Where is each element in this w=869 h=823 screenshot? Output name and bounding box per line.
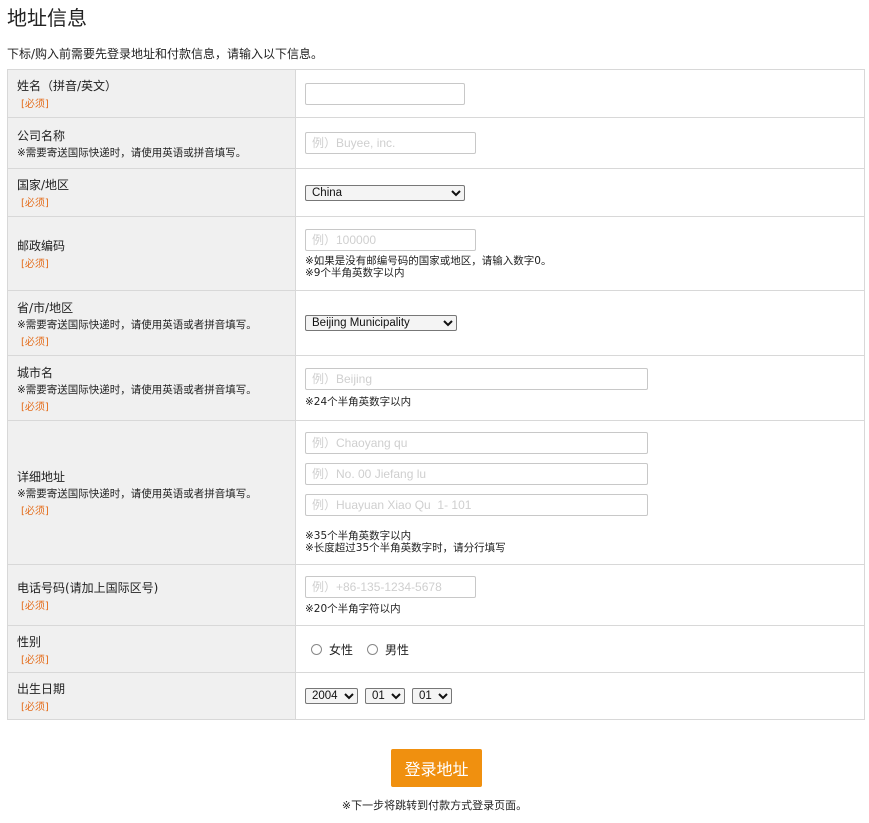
address-line1-input[interactable] <box>305 431 648 454</box>
value-cell-name <box>295 69 865 118</box>
required-tag: [必须] <box>21 600 49 612</box>
postal-label: 邮政编码 <box>17 239 66 253</box>
gender-male-label[interactable]: 男性 <box>385 641 409 658</box>
address-line2-input[interactable] <box>305 462 648 485</box>
required-tag: [必须] <box>21 654 49 666</box>
gender-female-label[interactable]: 女性 <box>329 641 353 658</box>
row-address: 详细地址 ※需要寄送国际快递时，请使用英语或者拼音填写。 [必须] ※35个半角… <box>7 420 865 565</box>
city-input[interactable] <box>305 368 648 390</box>
row-phone: 电话号码(请加上国际区号) [必须] ※20个半角字符以内 <box>7 564 865 626</box>
label-cell-phone: 电话号码(请加上国际区号) [必须] <box>7 564 296 626</box>
value-cell-postal: ※如果是没有邮编号码的国家或地区，请输入数字0。 ※9个半角英数字以内 <box>295 216 865 291</box>
address-line3-input[interactable] <box>305 493 648 516</box>
province-select[interactable]: Beijing Municipality <box>305 315 457 331</box>
birthday-label: 出生日期 <box>17 681 66 696</box>
postal-hint-length: ※9个半角英数字以内 <box>305 266 405 279</box>
row-name: 姓名（拼音/英文） [必须] <box>7 69 865 118</box>
city-hint: ※24个半角英数字以内 <box>305 396 412 408</box>
label-cell-name: 姓名（拼音/英文） [必须] <box>7 69 296 118</box>
required-tag: [必须] <box>21 701 49 713</box>
label-cell-postal: 邮政编码 [必须] <box>7 216 296 291</box>
row-birthday: 出生日期 [必须] 2004 01 01 <box>7 672 865 720</box>
label-cell-gender: 性别 [必须] <box>7 625 296 673</box>
value-cell-province: Beijing Municipality <box>295 290 865 356</box>
address-form-table: 姓名（拼音/英文） [必须] 公司名称 ※需要寄送国际快递时，请使用英语或拼音填… <box>7 69 865 720</box>
required-tag: [必须] <box>21 506 49 517</box>
birth-year-select[interactable]: 2004 <box>305 688 358 704</box>
label-cell-city: 城市名 ※需要寄送国际快递时，请使用英语或者拼音填写。 [必须] <box>7 355 296 421</box>
register-address-button[interactable]: 登录地址 <box>391 749 482 787</box>
gender-female-radio[interactable] <box>311 643 322 655</box>
phone-hint: ※20个半角字符以内 <box>305 602 401 615</box>
birth-month-select[interactable]: 01 <box>365 688 405 704</box>
address-label: 详细地址 <box>17 470 66 484</box>
row-province: 省/市/地区 ※需要寄送国际快递时，请使用英语或者拼音填写。 [必须] Beij… <box>7 290 865 356</box>
intro-text: 下标/购入前需要先登录地址和付款信息，请输入以下信息。 <box>7 47 324 61</box>
required-tag: [必须] <box>21 99 49 110</box>
required-tag: [必须] <box>21 198 49 209</box>
value-cell-address: ※35个半角英数字以内 ※长度超过35个半角英数字时，请分行填写 <box>295 420 865 565</box>
name-input[interactable] <box>305 82 465 105</box>
label-cell-province: 省/市/地区 ※需要寄送国际快递时，请使用英语或者拼音填写。 [必须] <box>7 290 296 356</box>
address-note: ※需要寄送国际快递时，请使用英语或者拼音填写。 <box>17 488 257 500</box>
birth-day-select[interactable]: 01 <box>412 688 452 704</box>
phone-input[interactable] <box>305 575 476 598</box>
row-gender: 性别 [必须] 女性 男性 <box>7 625 865 673</box>
company-label: 公司名称 <box>17 128 66 143</box>
city-label: 城市名 <box>17 365 54 380</box>
value-cell-gender: 女性 男性 <box>295 625 865 673</box>
gender-label: 性别 <box>17 634 42 649</box>
label-cell-country: 国家/地区 [必须] <box>7 168 296 217</box>
province-label: 省/市/地区 <box>17 300 74 315</box>
address-hint-length: ※35个半角英数字以内 <box>305 529 412 542</box>
label-cell-company: 公司名称 ※需要寄送国际快递时，请使用英语或拼音填写。 <box>7 117 296 169</box>
country-label: 国家/地区 <box>17 178 70 192</box>
name-label: 姓名（拼音/英文） <box>17 79 118 93</box>
required-tag: [必须] <box>21 336 49 348</box>
gender-male-radio[interactable] <box>367 643 379 655</box>
row-country: 国家/地区 [必须] China <box>7 168 865 217</box>
value-cell-birthday: 2004 01 01 <box>295 672 865 720</box>
value-cell-country: China <box>295 168 865 217</box>
row-city: 城市名 ※需要寄送国际快递时，请使用英语或者拼音填写。 [必须] ※24个半角英… <box>7 355 865 421</box>
label-cell-address: 详细地址 ※需要寄送国际快递时，请使用英语或者拼音填写。 [必须] <box>7 420 296 565</box>
company-input[interactable] <box>305 132 476 154</box>
city-note: ※需要寄送国际快递时，请使用英语或者拼音填写。 <box>17 383 257 396</box>
required-tag: [必须] <box>21 401 49 413</box>
province-note: ※需要寄送国际快递时，请使用英语或者拼音填写。 <box>17 318 257 331</box>
value-cell-city: ※24个半角英数字以内 <box>295 355 865 421</box>
page-title: 地址信息 <box>7 6 87 30</box>
company-note: ※需要寄送国际快递时，请使用英语或拼音填写。 <box>17 146 247 159</box>
phone-label: 电话号码(请加上国际区号) <box>17 580 159 595</box>
value-cell-company <box>295 117 865 169</box>
postal-hint-zero: ※如果是没有邮编号码的国家或地区，请输入数字0。 <box>305 254 552 267</box>
row-postal: 邮政编码 [必须] ※如果是没有邮编号码的国家或地区，请输入数字0。 ※9个半角… <box>7 216 865 291</box>
address-hint-split: ※长度超过35个半角英数字时，请分行填写 <box>305 541 506 554</box>
value-cell-phone: ※20个半角字符以内 <box>295 564 865 626</box>
postal-input[interactable] <box>305 228 476 251</box>
footer-note: ※下一步将跳转到付款方式登录页面。 <box>341 799 528 812</box>
label-cell-birthday: 出生日期 [必须] <box>7 672 296 720</box>
gender-options: 女性 男性 <box>305 641 855 658</box>
country-select[interactable]: China <box>305 184 465 201</box>
required-tag: [必须] <box>21 259 49 270</box>
row-company: 公司名称 ※需要寄送国际快递时，请使用英语或拼音填写。 <box>7 117 865 169</box>
